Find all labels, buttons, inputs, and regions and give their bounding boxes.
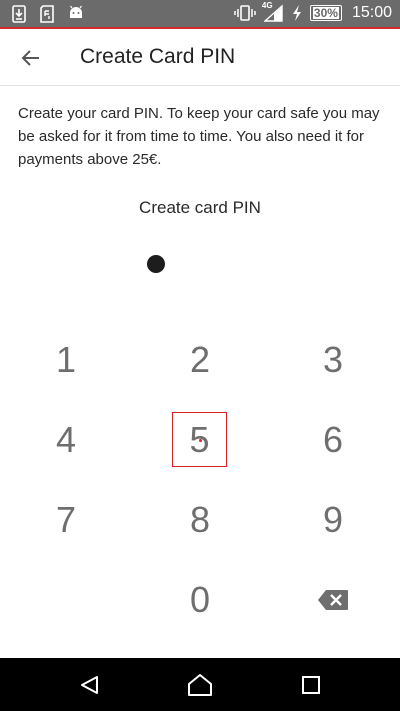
touch-indicator <box>199 439 202 442</box>
key-0[interactable]: 0 <box>172 572 228 628</box>
sim-icon <box>40 5 54 23</box>
download-icon <box>12 5 26 23</box>
keypad: 1 2 3 4 5 6 7 8 9 0 <box>0 320 400 640</box>
nav-back-button[interactable] <box>75 670 105 700</box>
network-type-label: 4G <box>261 1 273 10</box>
key-4[interactable]: 4 <box>38 412 94 468</box>
nav-home-button[interactable] <box>185 670 215 700</box>
nav-recents-button[interactable] <box>296 670 326 700</box>
key-2[interactable]: 2 <box>172 332 228 388</box>
android-icon <box>68 5 84 23</box>
key-1[interactable]: 1 <box>38 332 94 388</box>
battery-indicator: 30% <box>309 5 342 21</box>
key-6[interactable]: 6 <box>305 412 361 468</box>
vibrate-icon <box>234 4 256 22</box>
signal-icon: 4G <box>261 1 284 22</box>
pin-description: Create your card PIN. To keep your card … <box>18 105 380 168</box>
key-7[interactable]: 7 <box>38 492 94 548</box>
key-3[interactable]: 3 <box>305 332 361 388</box>
charging-icon <box>292 4 302 22</box>
home-icon <box>188 674 212 696</box>
recents-icon <box>302 676 320 694</box>
key-5[interactable]: 5 <box>172 412 227 467</box>
status-bar: 4G 30% 15:00 <box>0 0 400 29</box>
backspace-icon <box>318 590 348 610</box>
back-triangle-icon <box>81 676 98 694</box>
app-bar: Create Card PIN <box>0 29 400 86</box>
status-clock: 15:00 <box>351 4 392 21</box>
pin-dot-filled <box>147 255 165 273</box>
navigation-bar <box>0 658 400 711</box>
battery-level: 30% <box>312 6 339 20</box>
arrow-back-icon <box>21 50 39 66</box>
pin-dots <box>147 255 165 273</box>
back-button[interactable] <box>14 41 48 75</box>
page-title: Create Card PIN <box>80 45 236 68</box>
pin-label: Create card PIN <box>139 198 261 217</box>
key-9[interactable]: 9 <box>305 492 361 548</box>
backspace-button[interactable] <box>305 572 361 628</box>
key-8[interactable]: 8 <box>172 492 228 548</box>
